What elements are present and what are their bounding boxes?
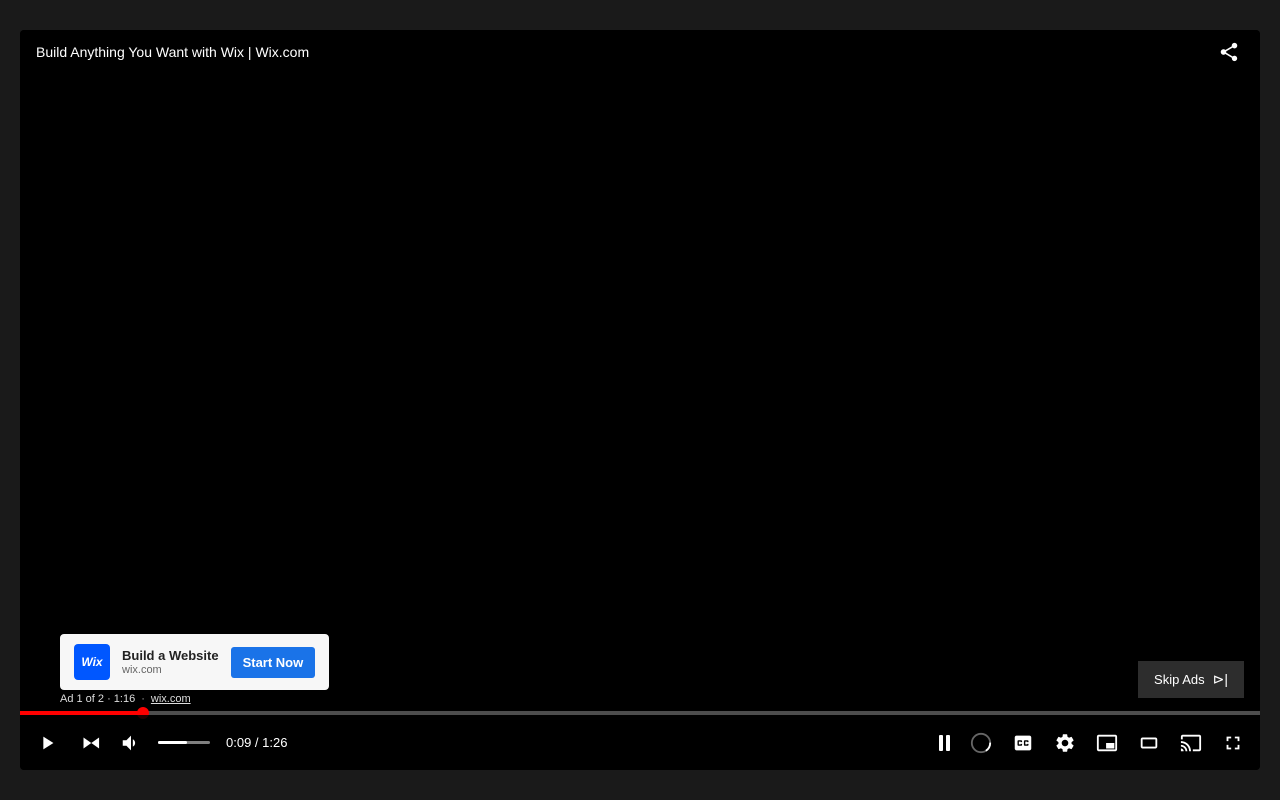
ad-info-text: Ad 1 of 2 · 1:16 <box>60 693 135 705</box>
ad-info-link[interactable]: wix.com <box>151 693 191 705</box>
video-divider <box>640 74 642 710</box>
settings-button[interactable] <box>1050 728 1080 758</box>
ad-tagline: Build a Website <box>122 648 219 665</box>
skip-ads-label: Skip Ads <box>1154 672 1205 687</box>
mini-player-button[interactable] <box>1092 728 1122 758</box>
cast-button[interactable] <box>1176 728 1206 758</box>
share-button[interactable] <box>1214 37 1244 67</box>
fullscreen-button[interactable] <box>1218 728 1248 758</box>
theater-mode-button[interactable] <box>1134 728 1164 758</box>
ad-url: wix.com <box>122 664 219 676</box>
title-bar: Build Anything You Want with Wix | Wix.c… <box>20 30 1260 74</box>
volume-slider[interactable] <box>158 741 210 744</box>
ad-progress-button[interactable] <box>966 728 996 758</box>
ad-info-bar: Ad 1 of 2 · 1:16 · wix.com <box>60 693 191 705</box>
ad-text-block: Build a Website wix.com <box>122 648 219 677</box>
ad-overlay: Wix Build a Website wix.com Start Now <box>60 634 329 690</box>
time-display: 0:09 / 1:26 <box>226 735 287 750</box>
cc-button[interactable] <box>1008 728 1038 758</box>
skip-ads-button[interactable]: Skip Ads ⊳| <box>1138 661 1244 698</box>
video-player: Build Anything You Want with Wix | Wix.c… <box>20 30 1260 770</box>
volume-fill <box>158 741 187 744</box>
controls-bar: 0:09 / 1:26 <box>20 715 1260 770</box>
play-pause-button[interactable] <box>32 728 62 758</box>
ad-brand-logo: Wix <box>74 644 110 680</box>
video-title: Build Anything You Want with Wix | Wix.c… <box>36 44 309 60</box>
volume-button[interactable] <box>116 728 146 758</box>
skip-ads-icon: ⊳| <box>1213 671 1228 688</box>
pause-button-right[interactable] <box>935 731 954 755</box>
skip-next-button[interactable] <box>74 728 104 758</box>
start-now-button[interactable]: Start Now <box>231 647 316 678</box>
